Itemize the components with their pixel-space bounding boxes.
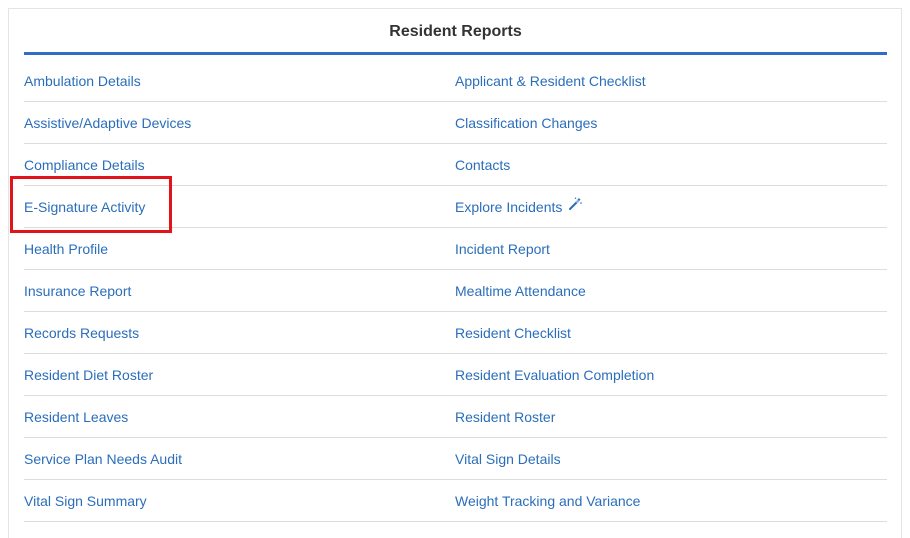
report-row: E-Signature Activity: [24, 186, 455, 228]
report-row: Records Requests: [24, 312, 455, 354]
report-row: Insurance Report: [24, 270, 455, 312]
report-row: Explore Incidents: [455, 186, 887, 228]
resident-reports-panel: Resident Reports Ambulation Details Appl…: [8, 8, 902, 538]
report-link-resident-roster[interactable]: Resident Roster: [455, 409, 555, 425]
report-row: Service Plan Needs Audit: [24, 438, 455, 480]
report-link-resident-checklist[interactable]: Resident Checklist: [455, 325, 571, 341]
report-row: Health Profile: [24, 228, 455, 270]
report-link-contacts[interactable]: Contacts: [455, 157, 510, 173]
report-row: Applicant & Resident Checklist: [455, 60, 887, 102]
report-row: Classification Changes: [455, 102, 887, 144]
report-link-service-plan-needs-audit[interactable]: Service Plan Needs Audit: [24, 451, 182, 467]
report-link-assistive-adaptive-devices[interactable]: Assistive/Adaptive Devices: [24, 115, 191, 131]
report-link-vital-sign-details[interactable]: Vital Sign Details: [455, 451, 561, 467]
report-link-e-signature-activity[interactable]: E-Signature Activity: [24, 199, 145, 215]
panel-title: Resident Reports: [389, 22, 522, 40]
report-link-mealtime-attendance[interactable]: Mealtime Attendance: [455, 283, 586, 299]
report-link-resident-leaves[interactable]: Resident Leaves: [24, 409, 128, 425]
report-link-incident-report[interactable]: Incident Report: [455, 241, 550, 257]
report-link-insurance-report[interactable]: Insurance Report: [24, 283, 131, 299]
report-row: Vital Sign Details: [455, 438, 887, 480]
report-link-vital-sign-summary[interactable]: Vital Sign Summary: [24, 493, 147, 509]
report-row: Mealtime Attendance: [455, 270, 887, 312]
report-links-grid: Ambulation Details Applicant & Resident …: [24, 60, 887, 522]
report-row: Resident Roster: [455, 396, 887, 438]
report-link-records-requests[interactable]: Records Requests: [24, 325, 139, 341]
report-link-applicant-resident-checklist[interactable]: Applicant & Resident Checklist: [455, 73, 646, 89]
report-row: Weight Tracking and Variance: [455, 480, 887, 522]
report-link-health-profile[interactable]: Health Profile: [24, 241, 108, 257]
report-row: Resident Checklist: [455, 312, 887, 354]
report-row: Vital Sign Summary: [24, 480, 455, 522]
report-row: Resident Evaluation Completion: [455, 354, 887, 396]
magic-wand-icon: [568, 197, 583, 216]
report-link-weight-tracking-and-variance[interactable]: Weight Tracking and Variance: [455, 493, 640, 509]
report-row: Assistive/Adaptive Devices: [24, 102, 455, 144]
report-link-explore-incidents[interactable]: Explore Incidents: [455, 199, 562, 215]
report-row: Compliance Details: [24, 144, 455, 186]
report-row: Ambulation Details: [24, 60, 455, 102]
report-row: Incident Report: [455, 228, 887, 270]
panel-header: Resident Reports: [24, 9, 887, 55]
report-link-compliance-details[interactable]: Compliance Details: [24, 157, 145, 173]
report-link-classification-changes[interactable]: Classification Changes: [455, 115, 597, 131]
report-row: Resident Diet Roster: [24, 354, 455, 396]
report-row: Resident Leaves: [24, 396, 455, 438]
report-row: Contacts: [455, 144, 887, 186]
report-link-resident-evaluation-completion[interactable]: Resident Evaluation Completion: [455, 367, 654, 383]
report-link-resident-diet-roster[interactable]: Resident Diet Roster: [24, 367, 153, 383]
report-link-ambulation-details[interactable]: Ambulation Details: [24, 73, 141, 89]
